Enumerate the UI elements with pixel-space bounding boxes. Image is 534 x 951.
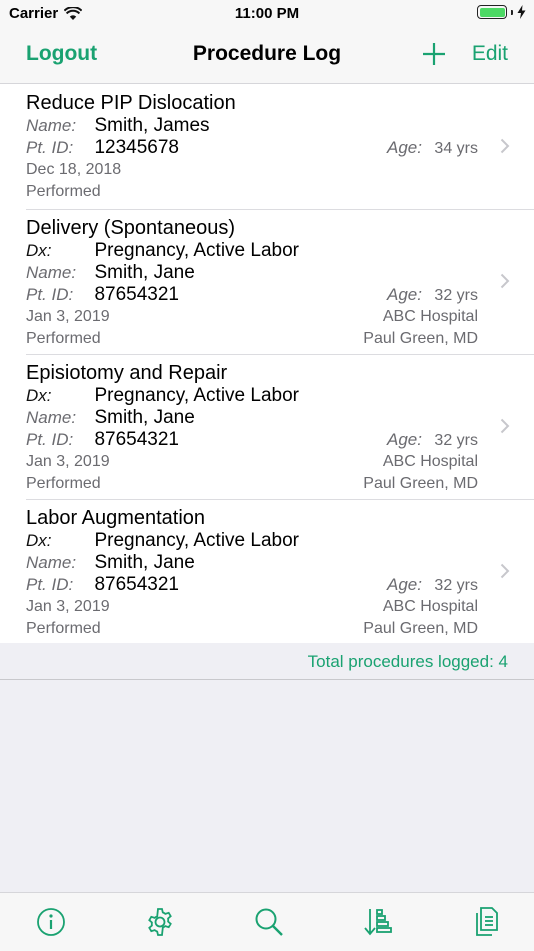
name-label: Name: — [26, 553, 77, 572]
patient-name: Smith, Jane — [94, 407, 195, 428]
provider: Paul Green, MD — [363, 330, 478, 347]
age-label: Age: — [386, 138, 422, 157]
battery-icon — [477, 5, 507, 19]
procedure-status: Performed — [26, 330, 101, 347]
name-label: Name: — [26, 408, 77, 427]
patient-id: 87654321 — [94, 574, 179, 595]
procedure-date: Jan 3, 2019 — [26, 598, 110, 615]
status-time: 11:00 PM — [234, 5, 300, 22]
add-procedure-button[interactable] — [420, 40, 448, 68]
patient-age: 32 yrs — [434, 432, 478, 449]
patient-id-label: Pt. ID: — [26, 430, 74, 449]
procedure-row[interactable]: Reduce PIP Dislocation Name: Smith, Jame… — [0, 84, 534, 209]
age-label: Age: — [386, 430, 422, 449]
procedure-title: Labor Augmentation — [26, 507, 206, 529]
age-label: Age: — [386, 285, 422, 304]
diagnosis-label: Dx: — [26, 531, 52, 550]
search-icon[interactable] — [253, 906, 285, 938]
info-icon[interactable] — [35, 906, 67, 938]
patient-id: 87654321 — [94, 429, 179, 450]
location: ABC Hospital — [382, 453, 478, 470]
name-label: Name: — [26, 116, 77, 135]
procedure-date: Jan 3, 2019 — [26, 453, 110, 470]
procedure-status: Performed — [26, 475, 101, 492]
procedure-row[interactable]: Delivery (Spontaneous) Dx: Pregnancy, Ac… — [0, 209, 534, 354]
gear-icon[interactable] — [144, 906, 176, 938]
patient-age: 32 yrs — [434, 577, 478, 594]
diagnosis: Pregnancy, Active Labor — [94, 385, 299, 406]
plus-icon — [423, 43, 445, 65]
procedure-status: Performed — [26, 620, 101, 637]
procedure-row[interactable]: Episiotomy and Repair Dx: Pregnancy, Act… — [0, 354, 534, 499]
patient-id-label: Pt. ID: — [26, 575, 74, 594]
location: ABC Hospital — [382, 598, 478, 615]
name-label: Name: — [26, 263, 77, 282]
procedure-title: Episiotomy and Repair — [26, 362, 228, 384]
patient-name: Smith, Jane — [94, 552, 195, 573]
procedure-title: Reduce PIP Dislocation — [26, 92, 236, 114]
chevron-right-icon — [500, 138, 510, 154]
location: ABC Hospital — [382, 308, 478, 325]
patient-name: Smith, Jane — [94, 262, 195, 283]
patient-id-label: Pt. ID: — [26, 138, 74, 157]
procedure-row[interactable]: Labor Augmentation Dx: Pregnancy, Active… — [0, 499, 534, 643]
status-bar: Carrier 11:00 PM — [0, 0, 534, 28]
tab-bar — [0, 892, 534, 951]
sort-icon[interactable] — [362, 906, 394, 938]
chevron-right-icon — [500, 273, 510, 289]
navigation-bar: Logout Procedure Log Edit — [0, 28, 534, 84]
procedure-date: Jan 3, 2019 — [26, 308, 110, 325]
procedure-list: Reduce PIP Dislocation Name: Smith, Jame… — [0, 84, 534, 643]
diagnosis: Pregnancy, Active Labor — [94, 240, 299, 261]
battery-indicator — [477, 5, 526, 19]
patient-age: 32 yrs — [434, 287, 478, 304]
patient-id: 87654321 — [94, 284, 179, 305]
diagnosis-label: Dx: — [26, 386, 52, 405]
charging-bolt-icon — [517, 5, 526, 19]
edit-button[interactable]: Edit — [472, 42, 508, 66]
chevron-right-icon — [500, 563, 510, 579]
page-title: Procedure Log — [192, 42, 342, 65]
diagnosis-label: Dx: — [26, 241, 52, 260]
chevron-right-icon — [500, 418, 510, 434]
list-footer: Total procedures logged: 4 — [0, 643, 534, 680]
provider: Paul Green, MD — [363, 620, 478, 637]
procedure-date: Dec 18, 2018 — [26, 161, 122, 178]
patient-age: 34 yrs — [434, 140, 478, 157]
diagnosis: Pregnancy, Active Labor — [94, 530, 299, 551]
procedure-status: Performed — [26, 183, 101, 200]
patient-id-label: Pt. ID: — [26, 285, 74, 304]
patient-id: 12345678 — [94, 137, 179, 158]
total-procedures-count: Total procedures logged: 4 — [307, 652, 508, 671]
age-label: Age: — [386, 575, 422, 594]
provider: Paul Green, MD — [363, 475, 478, 492]
patient-name: Smith, James — [94, 115, 210, 136]
procedure-title: Delivery (Spontaneous) — [26, 217, 235, 239]
documents-icon[interactable] — [471, 906, 503, 938]
battery-tip — [511, 9, 513, 15]
